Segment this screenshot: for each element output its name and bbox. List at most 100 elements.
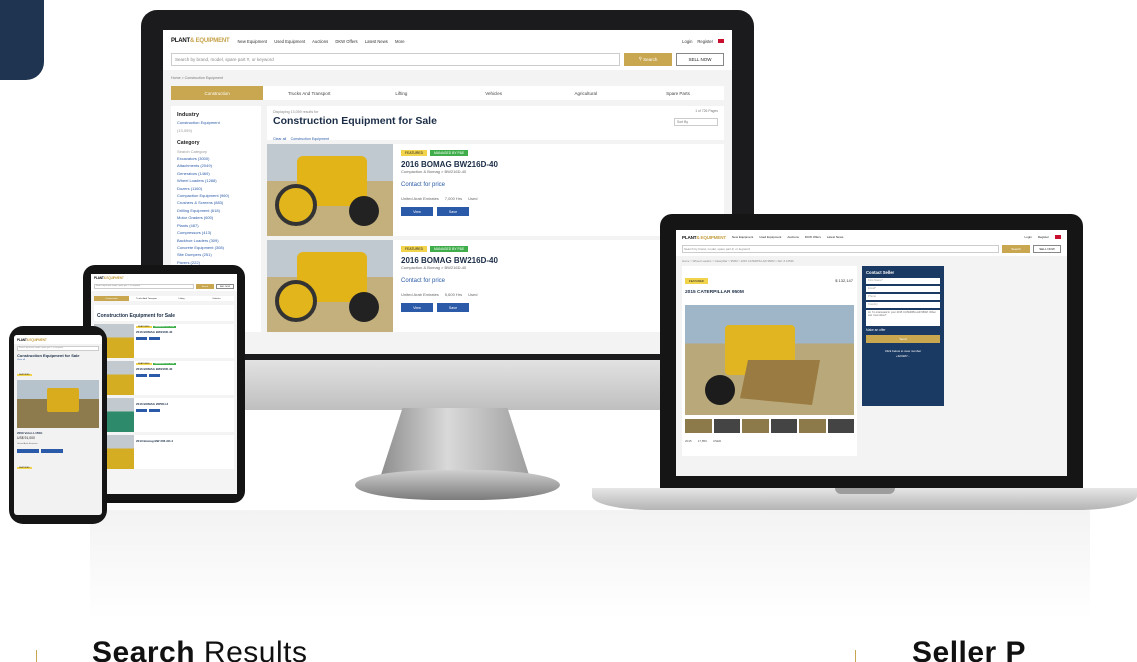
tab-vehicles[interactable]: Vehicles [448,86,540,100]
category-item[interactable]: Generators (1469) [177,170,255,177]
listing-title[interactable]: 2016 BOMAG BW216D-40 [136,367,232,371]
nav-more[interactable]: More [395,39,405,44]
thumbnail[interactable] [685,419,712,433]
search-input[interactable]: Search by brand, model, spare part #, or… [682,244,999,253]
sell-now-button[interactable]: SELL NOW [1033,244,1061,253]
login-link[interactable]: Login [682,39,692,44]
uk-flag-icon[interactable] [718,39,724,43]
listing-card[interactable]: FEATURED MANAGED BY P&E 2016 BOMAG BW216… [267,144,724,236]
sell-now-button[interactable]: SELL NOW [676,52,724,66]
sell-now-button[interactable]: SELL NOW [216,284,234,289]
category-item[interactable]: Site Dumpers (251) [177,251,255,258]
nav-auctions[interactable]: Auctions [787,235,799,239]
nav-news[interactable]: Latest News [827,235,844,239]
category-item[interactable]: Drilling Equipment (618) [177,207,255,214]
listing-title[interactable]: 2016 BOMAG BW216D-40 [136,330,232,334]
register-link[interactable]: Register [697,39,713,44]
nav-new-equipment[interactable]: New Equipment [237,39,267,44]
thumbnail[interactable] [713,419,740,433]
search-input[interactable]: Search by brand, model, spare part #, or… [171,52,620,66]
tab-agricultural[interactable]: Agricultural [540,86,632,100]
search-button[interactable]: Search [196,284,214,289]
listing-card[interactable]: 2016 BOMAG 20PDH-2 [94,398,234,432]
login-link[interactable]: Login [1024,235,1031,239]
save-button[interactable]: Save [437,207,469,216]
listing-photo[interactable] [267,144,393,236]
nav-offers[interactable]: DKW Offers [335,39,357,44]
category-item[interactable]: Attachments (2049) [177,162,255,169]
filter-tag[interactable]: Construction Equipment [291,137,329,141]
nav-auctions[interactable]: Auctions [312,39,328,44]
nav-used-equipment[interactable]: Used Equipment [759,235,781,239]
sort-select[interactable]: Sort By [674,118,718,126]
tab-vehicles[interactable]: Vehicles [199,296,234,301]
search-input[interactable]: Search by brand, model, spare part #, or… [94,284,194,289]
listing-card[interactable]: FEATURED MANAGED BY P&E 2016 BOMAG BW216… [94,324,234,358]
site-logo[interactable]: PLANT& EQUIPMENT [682,235,726,240]
category-item[interactable]: Motor Graders (600) [177,214,255,221]
nav-offers[interactable]: DKW Offers [805,235,821,239]
register-link[interactable]: Register [1038,235,1049,239]
category-item[interactable]: Compaction Equipment (960) [177,192,255,199]
save-button[interactable] [41,449,63,453]
thumbnail[interactable] [799,419,826,433]
country-field[interactable]: Country [866,302,940,308]
thumbnail[interactable] [827,419,854,433]
thumbnail[interactable] [770,419,797,433]
category-item[interactable]: Crushers & Screens (883) [177,199,255,206]
category-item[interactable]: Concrete Equipment (308) [177,244,255,251]
listing-photo[interactable] [17,380,99,428]
category-item[interactable]: Excavators (3000) [177,155,255,162]
nav-used-equipment[interactable]: Used Equipment [274,39,305,44]
reveal-number[interactable]: Click below to view number +323187... [866,349,940,358]
listing-card[interactable]: FEATURED MANAGED BY P&E 2016 BOMAG BW216… [94,361,234,395]
view-button[interactable]: View [401,303,433,312]
listing-card[interactable]: 2013 Bomag BW 206 AD-4 [94,435,234,469]
nav-news[interactable]: Latest News [365,39,388,44]
first-name-field[interactable]: First Name* [866,278,940,284]
view-button[interactable] [136,374,147,377]
send-button[interactable]: Send [866,335,940,343]
view-button[interactable] [136,409,147,412]
tab-lifting[interactable]: Lifting [164,296,199,301]
email-field[interactable]: Email* [866,286,940,292]
listing-title[interactable]: 2016 BOMAG 20PDH-2 [136,402,232,406]
uk-flag-icon[interactable] [1055,235,1061,239]
listing-photo[interactable] [267,240,393,332]
detail-photo[interactable] [685,305,854,415]
view-button[interactable]: View [401,207,433,216]
tab-trucks[interactable]: Trucks And Transport [263,86,355,100]
tab-construction[interactable]: Construction [171,86,264,100]
tab-lifting[interactable]: Lifting [355,86,447,100]
category-search[interactable]: Search Category [177,148,255,155]
phone-field[interactable]: Phone [866,294,940,300]
save-button[interactable] [149,337,160,340]
industry-filter[interactable]: Construction Equipment [177,119,255,126]
tab-trucks[interactable]: Trucks And Transport [129,296,164,301]
nav-new-equipment[interactable]: New Equipment [732,235,753,239]
view-button[interactable] [17,449,39,453]
tab-construction[interactable]: Construction [94,296,129,301]
site-logo[interactable]: PLANT& EQUIPMENT [171,38,230,44]
category-item[interactable]: Dozers (1160) [177,185,255,192]
save-button[interactable] [149,409,160,412]
category-item[interactable]: Plants (487) [177,222,255,229]
category-item[interactable]: Compressors (413) [177,229,255,236]
category-item[interactable]: Wheel Loaders (1288) [177,177,255,184]
clear-all-link[interactable]: Clear all [14,358,102,362]
view-button[interactable] [136,337,147,340]
site-logo[interactable]: PLANT& EQUIPMENT [17,338,47,342]
listing-title[interactable]: 2016 BOMAG BW216D-40 [401,160,716,169]
category-item[interactable]: Backhoe Loaders (309) [177,237,255,244]
listing-card[interactable]: FEATURED MANAGED BY P&E 2016 BOMAG BW216… [267,240,724,332]
search-button[interactable]: ⚲ Search [624,52,672,66]
message-field[interactable]: Hi, I'm interested in your 2015 CATERPIL… [866,310,940,326]
site-logo[interactable]: PLANT& EQUIPMENT [94,276,124,280]
search-input[interactable]: Search by brand, model, spare part #, or… [17,346,99,351]
listing-title[interactable]: 2013 Bomag BW 206 AD-4 [136,439,232,443]
listing-title[interactable]: 2009 Volvo L150G [14,428,102,435]
save-button[interactable] [149,374,160,377]
save-button[interactable]: Save [437,303,469,312]
search-button[interactable]: Search [1002,244,1030,253]
tab-spare-parts[interactable]: Spare Parts [632,86,724,100]
